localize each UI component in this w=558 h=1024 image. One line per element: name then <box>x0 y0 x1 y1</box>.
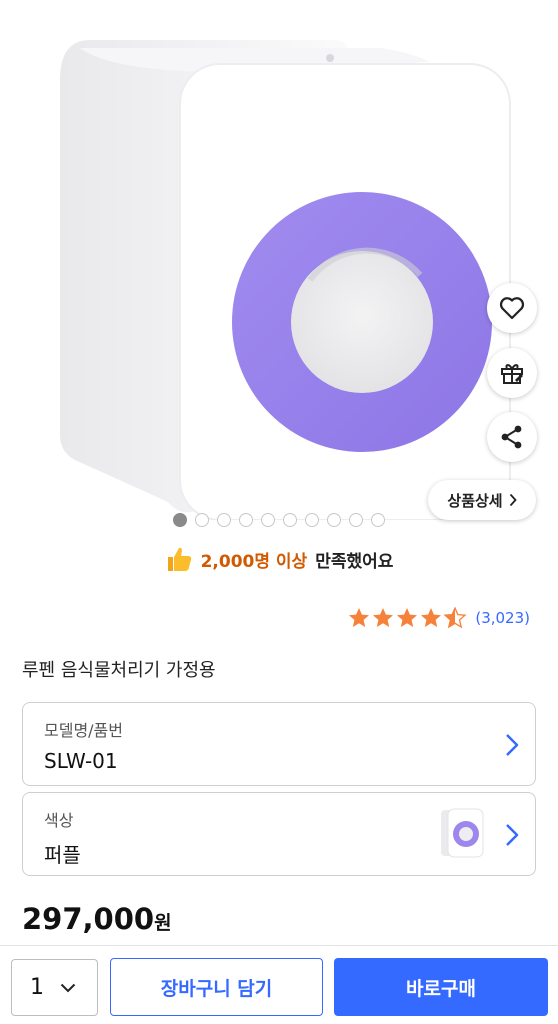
gallery-dot[interactable] <box>173 513 187 527</box>
model-option-label: 모델명/품번 <box>44 721 123 740</box>
price-unit: 원 <box>154 912 172 934</box>
gallery-dot[interactable] <box>261 513 275 527</box>
product-image-gallery[interactable]: 상품상세 <box>0 0 558 540</box>
gallery-dot[interactable] <box>217 513 231 527</box>
gallery-dot[interactable] <box>327 513 341 527</box>
quantity-value: 1 <box>30 975 44 1000</box>
review-count[interactable]: (3,023) <box>475 609 530 627</box>
model-option-selector[interactable]: 모델명/품번 SLW-01 <box>22 702 536 786</box>
model-option-value: SLW-01 <box>44 749 118 773</box>
satisfaction-banner: 2,000명 이상 만족했어요 <box>0 545 558 573</box>
gift-icon <box>501 364 523 384</box>
chevron-down-icon <box>60 983 76 992</box>
product-title: 루펜 음식물처리기 가정용 <box>22 660 216 681</box>
add-to-cart-button[interactable]: 장바구니 담기 <box>110 958 323 1016</box>
gallery-pagination <box>173 513 385 527</box>
color-option-selector[interactable]: 색상 퍼플 <box>22 792 536 876</box>
gallery-dot[interactable] <box>239 513 253 527</box>
share-button[interactable] <box>487 412 537 462</box>
quantity-select[interactable]: 1 <box>11 959 98 1016</box>
purchase-bar: 1 장바구니 담기 바로구매 <box>0 945 558 1024</box>
gallery-dot[interactable] <box>371 513 385 527</box>
satisfaction-text: 만족했어요 <box>315 551 394 572</box>
rating-summary[interactable]: (3,023) <box>348 607 530 629</box>
thumbs-up-icon <box>167 547 191 571</box>
chevron-right-icon <box>506 734 519 756</box>
satisfaction-count: 2,000명 이상 <box>200 551 308 572</box>
wishlist-button[interactable] <box>487 283 537 333</box>
half-star-icon <box>443 607 467 629</box>
gallery-dot[interactable] <box>349 513 363 527</box>
gift-button[interactable] <box>487 348 537 398</box>
star-icon <box>397 608 418 627</box>
buy-now-button[interactable]: 바로구매 <box>334 958 548 1016</box>
gallery-dot[interactable] <box>283 513 297 527</box>
star-icon <box>349 608 370 627</box>
color-option-value: 퍼플 <box>44 843 81 867</box>
share-icon <box>501 425 522 449</box>
star-icon <box>421 608 442 627</box>
star-icon <box>373 608 394 627</box>
gallery-dot[interactable] <box>305 513 319 527</box>
chevron-right-icon <box>506 824 519 846</box>
price-amount: 297,000 <box>22 902 155 936</box>
rating-stars <box>349 607 467 629</box>
color-swatch-thumbnail <box>441 808 484 858</box>
chevron-right-icon <box>509 493 517 507</box>
product-detail-button[interactable]: 상품상세 <box>428 480 536 520</box>
product-image <box>60 40 511 520</box>
heart-icon <box>499 297 525 320</box>
color-option-label: 색상 <box>44 811 74 830</box>
gallery-dot[interactable] <box>195 513 209 527</box>
product-detail-label: 상품상세 <box>447 491 503 510</box>
product-price: 297,000원 <box>22 902 172 936</box>
